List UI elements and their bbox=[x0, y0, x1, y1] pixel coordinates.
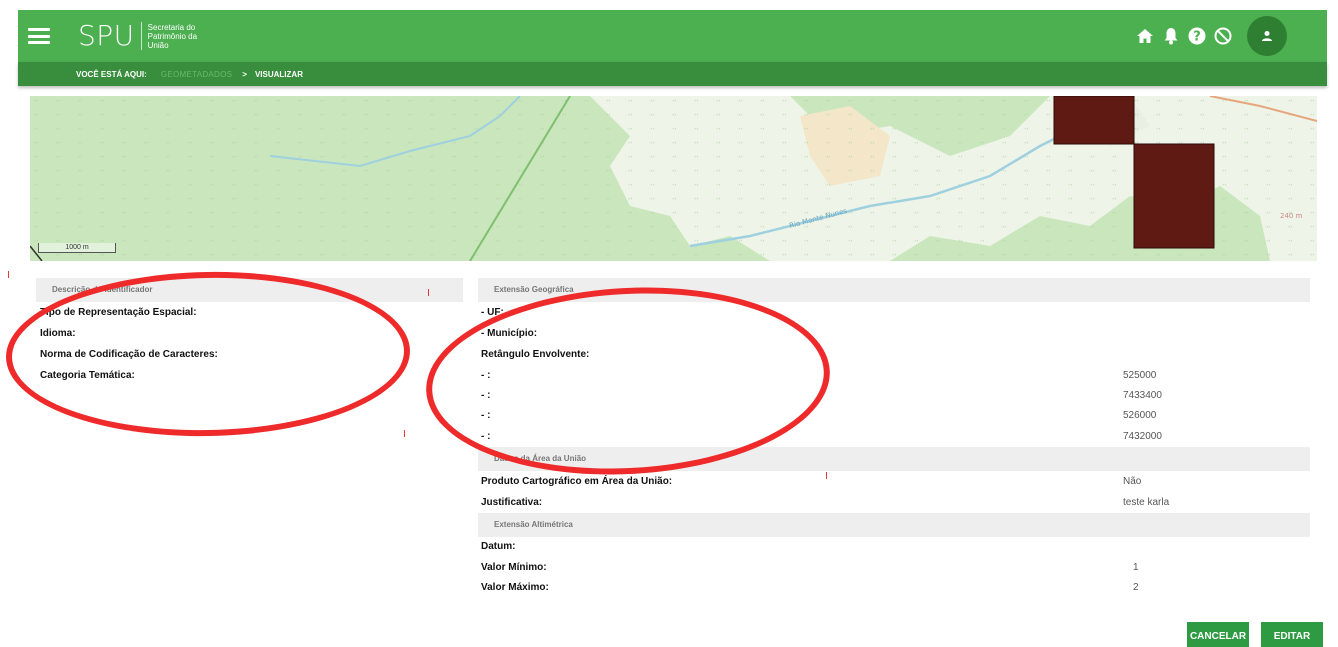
charset-label: Norma de Codificação de Caracteres: bbox=[40, 349, 218, 360]
annotation-mark bbox=[8, 271, 9, 278]
thematic-category-label: Categoria Temática: bbox=[40, 370, 135, 381]
spatial-representation-label: Tipo de Representação Espacial: bbox=[40, 307, 197, 318]
logo[interactable]: SPU Secretaria do Patrimônio da União bbox=[78, 22, 212, 50]
svg-text:?: ? bbox=[1193, 30, 1201, 45]
menu-icon[interactable] bbox=[28, 28, 50, 44]
logo-mark: SPU bbox=[78, 19, 135, 52]
bbox-row-value: 526000 bbox=[1123, 410, 1157, 421]
breadcrumb-link-geometadados[interactable]: GEOMETADADOS bbox=[161, 70, 232, 79]
bbox-row-label: - : bbox=[481, 431, 491, 442]
cancel-button[interactable]: CANCELAR bbox=[1187, 622, 1249, 647]
min-value: 1 bbox=[1133, 562, 1139, 573]
annotation-mark bbox=[404, 430, 405, 437]
logo-text-line: União bbox=[147, 40, 169, 50]
logo-text: Secretaria do Patrimônio da União bbox=[148, 23, 212, 50]
breadcrumb: VOCÊ ESTÁ AQUI: GEOMETADADOS > VISUALIZA… bbox=[18, 62, 1327, 86]
breadcrumb-current: VISUALIZAR bbox=[254, 69, 303, 79]
breadcrumb-label: VOCÊ ESTÁ AQUI: bbox=[76, 69, 147, 79]
max-value: 2 bbox=[1133, 582, 1139, 593]
min-value-label: Valor Mínimo: bbox=[481, 562, 547, 573]
bbox-row-value: 7433400 bbox=[1123, 390, 1162, 401]
map-canvas: ʼʼ Rio Monte Nunes 240 m bbox=[30, 96, 1317, 261]
logo-text-line: Secretaria do bbox=[147, 22, 196, 32]
union-product-label: Produto Cartográfico em Área da União: bbox=[481, 476, 673, 487]
bbox-row-label: - : bbox=[481, 410, 491, 421]
bbox-row-value: 525000 bbox=[1123, 370, 1157, 381]
geographic-extent-header: Extensão Geográfica bbox=[478, 278, 1310, 302]
map-view[interactable]: ʼʼ Rio Monte Nunes 240 m 1000 m bbox=[30, 96, 1317, 261]
logo-text-line: Patrimônio da bbox=[147, 31, 198, 41]
bbox-row-label: - : bbox=[481, 370, 491, 381]
map-scale-bar: 1000 m bbox=[38, 243, 116, 253]
bbox-row-value: 7432000 bbox=[1123, 431, 1162, 442]
altimetric-extent-header: Extensão Altimétrica bbox=[478, 513, 1310, 537]
bbox-row-label: - : bbox=[481, 390, 491, 401]
union-product-value: Não bbox=[1123, 476, 1142, 487]
justification-label: Justificativa: bbox=[481, 497, 543, 508]
language-label: Idioma: bbox=[40, 328, 76, 339]
map-elevation-label: 240 m bbox=[1280, 212, 1303, 220]
edit-button[interactable]: EDITAR bbox=[1261, 622, 1323, 647]
annotation-mark bbox=[826, 472, 827, 479]
identifier-section-header: Descrição do Identificador bbox=[36, 278, 463, 302]
bounding-box-label: Retângulo Envolvente: bbox=[481, 349, 590, 360]
annotation-mark bbox=[428, 289, 429, 296]
max-value-label: Valor Máximo: bbox=[481, 582, 549, 593]
union-area-header: Dados da Área da União bbox=[478, 447, 1310, 471]
bell-icon[interactable] bbox=[1161, 26, 1181, 46]
logo-divider bbox=[140, 22, 142, 50]
municipio-label: - Município: bbox=[481, 328, 538, 339]
help-icon[interactable]: ? bbox=[1187, 26, 1207, 46]
datum-label: Datum: bbox=[481, 541, 516, 552]
home-icon[interactable] bbox=[1135, 26, 1155, 46]
justification-value: teste karla bbox=[1123, 497, 1170, 508]
uf-label: - UF: bbox=[481, 307, 504, 318]
top-bar: SPU Secretaria do Patrimônio da União ? bbox=[18, 10, 1327, 62]
page: SPU Secretaria do Patrimônio da União ? bbox=[0, 0, 1338, 647]
breadcrumb-separator: > bbox=[242, 69, 247, 79]
block-icon[interactable] bbox=[1213, 26, 1233, 46]
header-actions: ? bbox=[1135, 16, 1287, 56]
user-icon[interactable] bbox=[1247, 16, 1287, 56]
